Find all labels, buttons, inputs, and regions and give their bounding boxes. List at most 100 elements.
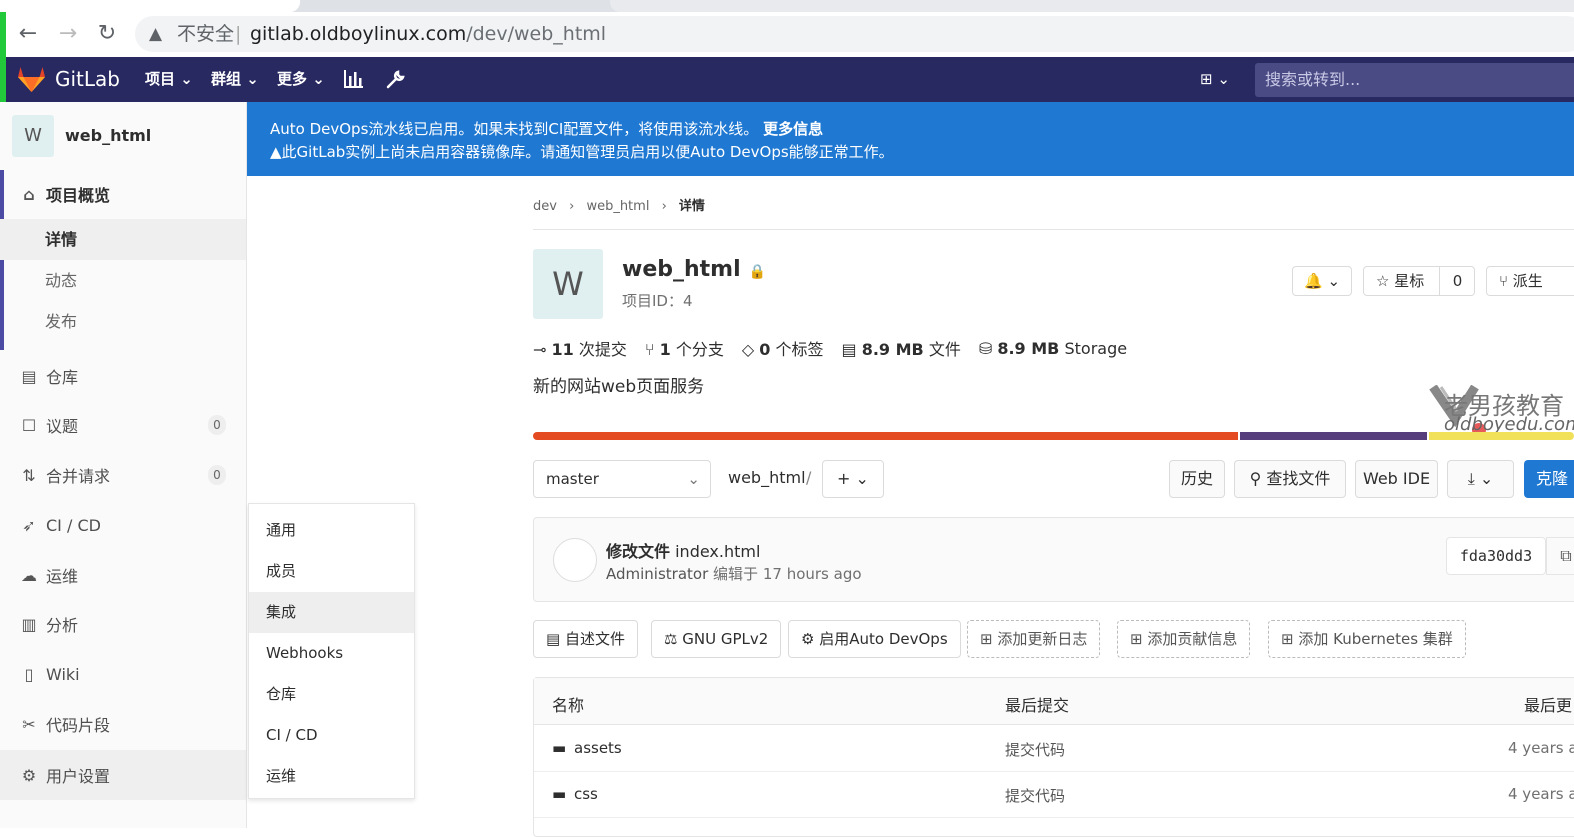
plus-icon: + [837, 469, 851, 488]
copy-sha-button[interactable]: ⧉ [1546, 537, 1574, 575]
sidebar-item-cicd[interactable]: ➶ CI / CD [0, 505, 246, 545]
web-ide-button[interactable]: Web IDE [1355, 460, 1438, 498]
history-button[interactable]: 历史 [1169, 460, 1225, 498]
nav-projects-dropdown[interactable]: 项目 ⌄ [145, 57, 193, 102]
chevron-right-icon: › [661, 199, 667, 214]
table-row[interactable]: ▬ assets 提交代码 4 years a [534, 726, 1574, 772]
fork-button[interactable]: ⑂ 派生 [1486, 266, 1574, 296]
author-avatar[interactable] [553, 538, 597, 582]
sidebar-sub-details[interactable]: 详情 [0, 219, 246, 260]
brand-name[interactable]: GitLab [55, 57, 120, 102]
sidebar-sub-activity[interactable]: 动态 [0, 260, 246, 301]
sidebar-item-settings[interactable]: ⚙ 用户设置 [0, 750, 246, 800]
commit-sha[interactable]: fda30dd3 [1446, 537, 1546, 575]
sidebar-item-label: 代码片段 [46, 716, 111, 735]
breadcrumb-project[interactable]: web_html [586, 199, 649, 214]
last-commit-message[interactable]: 提交代码 [1005, 785, 1065, 806]
settings-menu-item[interactable]: 仓库 [249, 674, 414, 715]
sidebar-item-snippets[interactable]: ✂ 代码片段 [0, 704, 246, 744]
more-info-link[interactable]: 更多信息 [763, 120, 823, 138]
settings-menu-item[interactable]: Webhooks [249, 633, 414, 674]
commit-author[interactable]: Administrator [606, 565, 708, 583]
branch-selector[interactable]: master ⌄ [533, 460, 711, 498]
table-header: 名称 最后提交 最后更 [534, 678, 1574, 725]
table-row[interactable]: ▬ css 提交代码 4 years a [534, 772, 1574, 818]
sidebar-item-issues[interactable]: ☐ 议题 0 [0, 405, 246, 445]
contributing-label: 添加贡献信息 [1147, 630, 1238, 648]
chevron-down-icon: ⌄ [855, 469, 869, 488]
banner-line-2: ▲此GitLab实例上尚未启用容器镜像库。请通知管理员启用以便Auto DevO… [270, 141, 1574, 164]
language-segment [1238, 432, 1427, 440]
breadcrumb-group[interactable]: dev [533, 199, 557, 214]
nav-groups-dropdown[interactable]: 群组 ⌄ [211, 57, 259, 102]
tags-stat[interactable]: ◇ 0 个标签 [742, 336, 824, 360]
add-contributing-link[interactable]: ⊞ 添加贡献信息 [1117, 620, 1251, 658]
url-text: gitlab.oldboylinux.com/dev/web_html [250, 16, 606, 52]
project-title-text: web_html [622, 257, 741, 282]
activity-chart-icon[interactable] [343, 57, 363, 105]
last-commit-message[interactable]: 提交代码 [1005, 739, 1065, 760]
sidebar-item-label: 项目概览 [46, 186, 111, 205]
branches-count: 1 [659, 340, 671, 359]
files-label: 文件 [928, 340, 961, 359]
branches-stat[interactable]: ⑂ 1 个分支 [645, 336, 724, 360]
mr-count-badge: 0 [208, 465, 226, 485]
sidebar-item-merge-requests[interactable]: ⇅ 合并请求 0 [0, 455, 246, 495]
star-button[interactable]: ☆ 星标 0 [1363, 266, 1475, 296]
browser-tab-active[interactable] [0, 0, 300, 12]
add-kubernetes-link[interactable]: ⊞ 添加 Kubernetes 集群 [1268, 620, 1466, 658]
forward-icon[interactable]: → [54, 20, 82, 48]
divider [533, 229, 1574, 230]
settings-menu-item[interactable]: 运维 [249, 756, 414, 797]
chevron-right-icon: › [569, 199, 575, 214]
star-icon: ☆ [1376, 272, 1390, 290]
sidebar-item-wiki[interactable]: ▯ Wiki [0, 654, 246, 694]
sidebar-sub-releases[interactable]: 发布 [0, 301, 246, 342]
license-link[interactable]: ⚖ GNU GPLv2 [651, 620, 782, 658]
add-file-dropdown[interactable]: + ⌄ [822, 460, 884, 498]
settings-menu-item[interactable]: 集成 [249, 592, 414, 633]
commit-title[interactable]: 修改文件 index.html [606, 538, 760, 562]
edge-indicator [0, 12, 6, 57]
settings-menu-item[interactable]: 成员 [249, 551, 414, 592]
browser-tab-inactive[interactable] [610, 0, 1574, 12]
nav-more-dropdown[interactable]: 更多 ⌄ [277, 57, 325, 102]
back-icon[interactable]: ← [14, 20, 42, 48]
address-bar[interactable]: ▲ 不安全 | gitlab.oldboylinux.com/dev/web_h… [135, 16, 1574, 52]
chevron-down-icon: ⌄ [1327, 272, 1341, 290]
repo-path[interactable]: web_html [728, 468, 806, 487]
sidebar-item-label: 用户设置 [46, 767, 111, 786]
issues-count-badge: 0 [208, 415, 226, 435]
breadcrumb-current[interactable]: 详情 [679, 199, 705, 214]
settings-menu-item[interactable]: CI / CD [249, 715, 414, 756]
tags-label: 个标签 [775, 340, 824, 359]
lock-icon: 🔒 [748, 264, 767, 280]
kubernetes-label: 添加 Kubernetes 集群 [1298, 630, 1453, 648]
add-changelog-link[interactable]: ⊞ 添加更新日志 [967, 620, 1101, 658]
document-icon: ▤ [21, 366, 37, 386]
download-dropdown[interactable]: ⤓ ⌄ [1447, 460, 1514, 498]
plus-square-icon: ⊞ [1200, 70, 1213, 88]
auto-devops-link[interactable]: ⚙ 启用Auto DevOps [788, 620, 961, 658]
reload-icon[interactable]: ↻ [93, 20, 121, 48]
gitlab-logo-icon[interactable] [18, 67, 45, 92]
search-input[interactable]: 搜索或转到... [1255, 63, 1574, 97]
file-name[interactable]: assets [574, 739, 622, 757]
new-item-dropdown[interactable]: ⊞ ⌄ [1200, 57, 1230, 102]
sidebar-item-analytics[interactable]: ▥ 分析 [0, 604, 246, 644]
clone-button[interactable]: 克隆 [1524, 460, 1574, 498]
files-stat[interactable]: ▤ 8.9 MB 文件 [841, 336, 960, 360]
commits-stat[interactable]: ⊸ 11 次提交 [533, 336, 627, 360]
readme-link[interactable]: ▤ 自述文件 [533, 620, 638, 658]
sidebar-item-operations[interactable]: ☁ 运维 [0, 555, 246, 595]
find-file-button[interactable]: ⚲ 查找文件 [1234, 460, 1346, 498]
fork-icon: ⑂ [1499, 272, 1509, 290]
notification-dropdown[interactable]: 🔔 ⌄ [1292, 266, 1352, 296]
sidebar-item-overview[interactable]: ⌂ 项目概览 [0, 174, 246, 214]
sidebar-project-header[interactable]: W web_html [0, 102, 247, 169]
file-name[interactable]: css [574, 785, 598, 803]
settings-menu-item[interactable]: 通用 [249, 510, 414, 551]
admin-wrench-icon[interactable] [386, 57, 405, 106]
sidebar-item-repository[interactable]: ▤ 仓库 [0, 356, 246, 396]
banner-text: Auto DevOps流水线已启用。如果未找到CI配置文件，将使用该流水线。 [270, 120, 759, 138]
